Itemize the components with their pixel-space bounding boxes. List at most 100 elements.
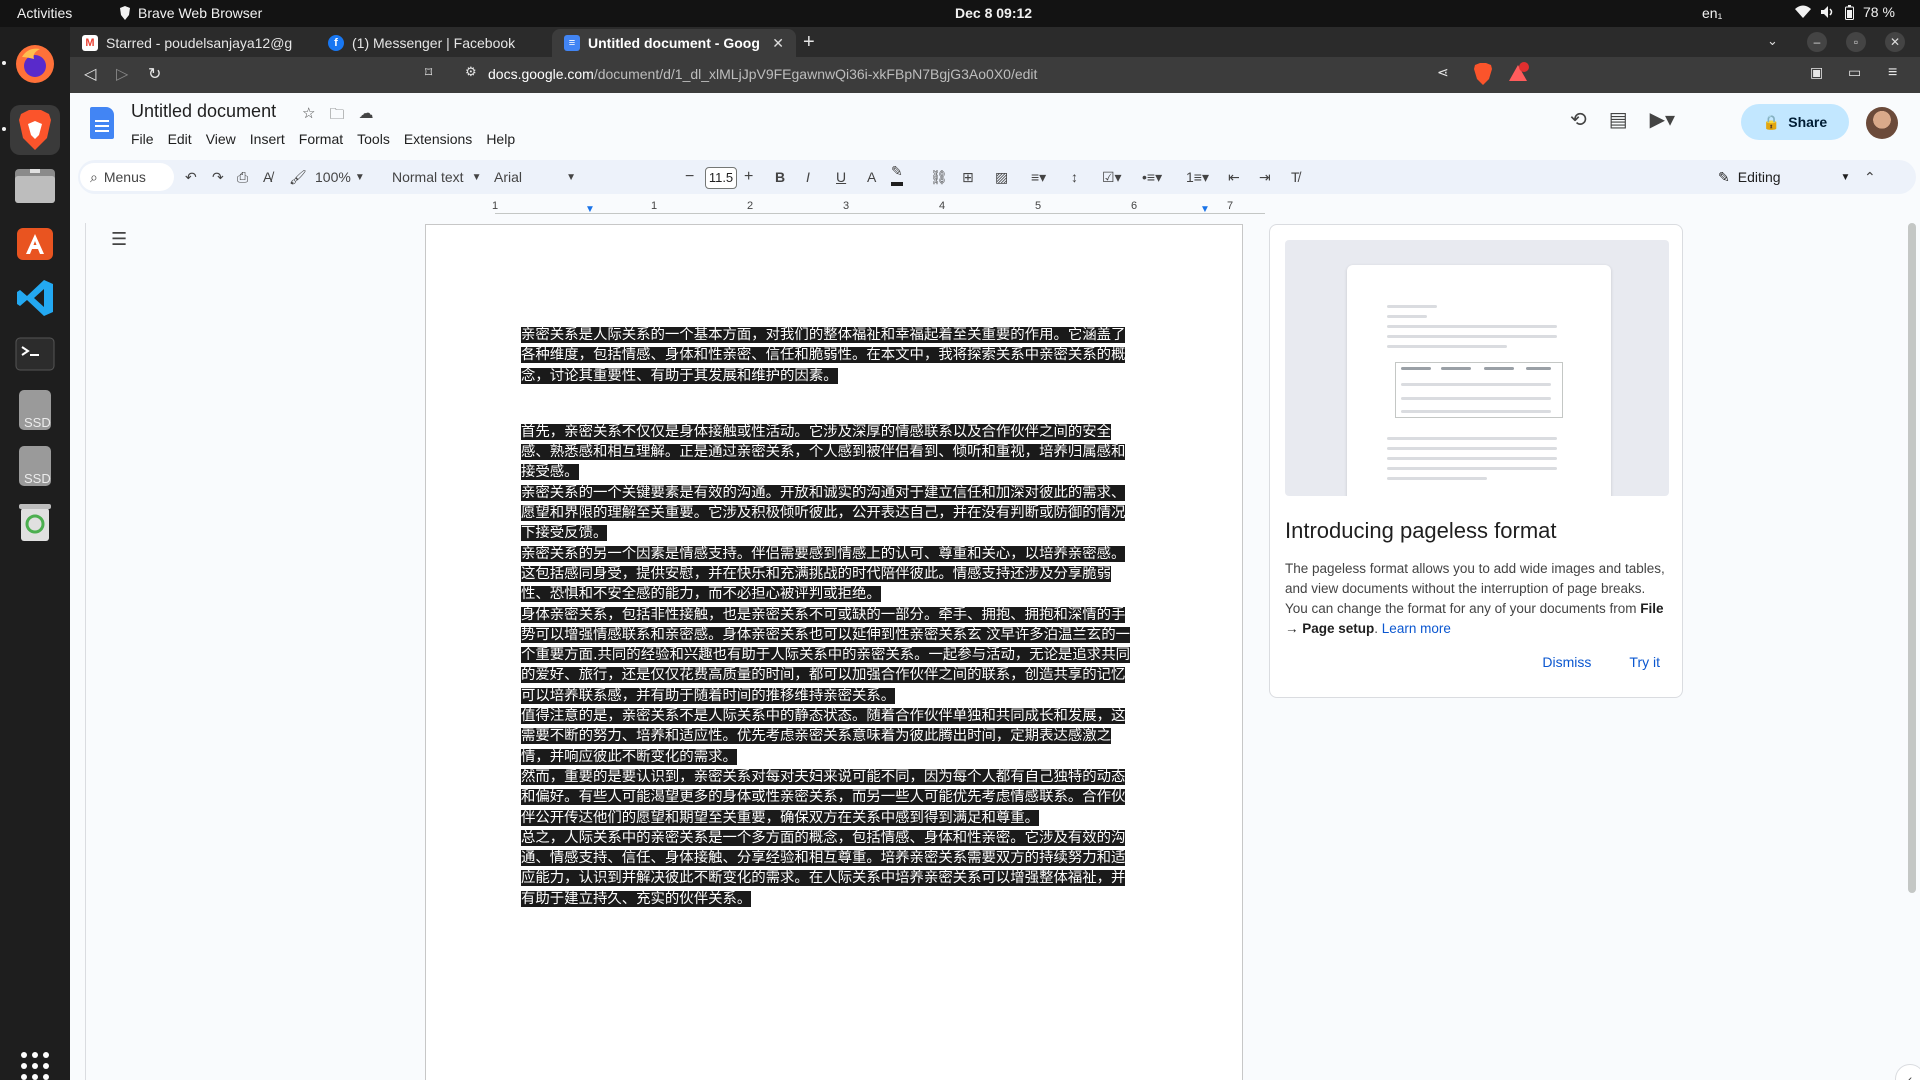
menu-edit[interactable]: Edit — [168, 131, 192, 147]
sidebar-toggle-icon[interactable]: ▣ — [1810, 64, 1823, 81]
maximize-button[interactable]: ▫ — [1846, 32, 1866, 52]
selected-text[interactable]: 身体亲密关系，包括非性接触，也是亲密关系不可或缺的一部分。牵手、拥抱、拥抱和深情… — [521, 606, 1130, 704]
checklist-icon[interactable]: ☑▾ — [1102, 160, 1122, 194]
learn-more-link[interactable]: Learn more — [1382, 621, 1451, 636]
font-size-input[interactable]: 11.5 — [705, 167, 737, 189]
increase-indent-icon[interactable]: ⇥ — [1259, 160, 1271, 194]
menu-help[interactable]: Help — [486, 131, 515, 147]
minimize-button[interactable]: – — [1807, 32, 1827, 52]
selected-text[interactable]: 亲密关系是人际关系的一个基本方面，对我们的整体福祉和幸福起着至关重要的作用。它涵… — [521, 327, 1126, 384]
menus-search-button[interactable]: ⌕ Menus — [80, 163, 174, 191]
line-spacing-icon[interactable]: ↕ — [1071, 160, 1078, 194]
numbered-list-icon[interactable]: 1≡▾ — [1186, 160, 1209, 194]
forward-button[interactable]: ▷ — [116, 64, 128, 84]
font-select[interactable]: Arial ▼ — [494, 160, 576, 194]
cloud-status-icon[interactable]: ☁ — [358, 104, 373, 129]
menu-tools[interactable]: Tools — [357, 131, 390, 147]
clock[interactable]: Dec 8 09:12 — [955, 5, 1032, 21]
dock-files[interactable] — [10, 161, 60, 211]
show-applications-button[interactable] — [10, 1041, 60, 1080]
share-page-icon[interactable]: ⋖ — [1437, 64, 1449, 81]
close-tab-icon[interactable]: ✕ — [772, 35, 784, 52]
move-folder-icon[interactable]: 🗀 — [329, 104, 344, 129]
insert-link-icon[interactable]: ⛓ — [930, 160, 948, 194]
vertical-scrollbar[interactable] — [1908, 223, 1916, 893]
dock-brave[interactable] — [10, 105, 60, 155]
increase-font-size-icon[interactable]: + — [744, 160, 753, 194]
dock-ssd-drive[interactable]: SSD — [10, 441, 60, 491]
decrease-font-size-icon[interactable]: − — [685, 160, 694, 194]
italic-icon[interactable]: I — [806, 160, 810, 194]
side-panel-toggle[interactable]: ‹ — [1895, 1064, 1920, 1080]
close-window-button[interactable]: ✕ — [1885, 32, 1905, 52]
focused-app-menu[interactable]: Brave Web Browser — [118, 5, 262, 21]
menu-format[interactable]: Format — [299, 131, 343, 147]
comments-icon[interactable]: ▤ — [1609, 107, 1628, 132]
selected-text[interactable]: 亲密关系的一个关键要素是有效的沟通。开放和诚实的沟通对于建立信任和加深对彼此的需… — [521, 484, 1126, 542]
zoom-select[interactable]: 100% ▼ — [315, 160, 365, 194]
editing-mode-select[interactable]: ✎ Editing ▼ — [1718, 160, 1850, 194]
tab-gmail[interactable]: M Starred - poudelsanjaya12@g — [70, 29, 310, 57]
clear-formatting-icon[interactable]: T̸ — [1291, 160, 1300, 194]
underline-icon[interactable]: U — [836, 160, 846, 194]
document-outline-icon[interactable]: ☰ — [111, 229, 127, 250]
align-left-icon[interactable]: ≡▾ — [1031, 160, 1046, 194]
style-select[interactable]: Normal text ▼ — [392, 160, 481, 194]
right-indent-marker[interactable]: ▼ — [1200, 204, 1210, 215]
add-comment-icon[interactable]: ⊞ — [962, 160, 974, 194]
avatar[interactable] — [1866, 107, 1898, 139]
dock-terminal[interactable] — [10, 329, 60, 379]
highlight-color-icon[interactable]: ✎ — [891, 160, 903, 186]
reload-button[interactable]: ↻ — [148, 64, 161, 84]
new-tab-button[interactable]: + — [803, 31, 815, 54]
keyboard-language[interactable]: en₁ — [1702, 5, 1722, 21]
brave-rewards-button[interactable] — [1507, 62, 1529, 89]
undo-icon[interactable]: ↶ — [185, 160, 197, 194]
selected-text[interactable]: 值得注意的是，亲密关系不是人际关系中的静态状态。随着合作伙伴单独和共同成长和发展… — [521, 708, 1126, 765]
tab-google-docs[interactable]: ≡ Untitled document - Goog ✕ — [552, 29, 796, 57]
document-title[interactable]: Untitled document — [131, 101, 276, 122]
dismiss-button[interactable]: Dismiss — [1542, 654, 1591, 670]
menu-insert[interactable]: Insert — [250, 131, 285, 147]
paint-format-icon[interactable]: 🖌 — [289, 160, 307, 194]
text-color-icon[interactable]: A — [867, 160, 876, 194]
meet-icon[interactable]: ▶▾ — [1650, 107, 1675, 132]
activities-button[interactable]: Activities — [17, 5, 72, 21]
decrease-indent-icon[interactable]: ⇤ — [1228, 160, 1240, 194]
wallet-icon[interactable]: ▭ — [1848, 64, 1861, 81]
back-button[interactable]: ◁ — [84, 64, 96, 84]
print-icon[interactable]: ⎙ — [237, 160, 248, 194]
selected-text[interactable]: 总之，人际关系中的亲密关系是一个多方面的概念，包括情感、身体和性亲密。它涉及有效… — [521, 829, 1126, 907]
redo-icon[interactable]: ↷ — [212, 160, 224, 194]
menu-file[interactable]: File — [131, 131, 154, 147]
site-info-icon[interactable]: ⚙ — [465, 64, 477, 80]
dock-ssd-drive[interactable]: SSD — [10, 385, 60, 435]
bookmark-icon[interactable]: ⌑ — [425, 64, 432, 81]
docs-logo-icon[interactable] — [90, 107, 114, 139]
document-body[interactable]: 亲密关系是人际关系的一个基本方面，对我们的整体福祉和幸福起着至关重要的作用。它涵… — [521, 325, 1135, 909]
document-page[interactable]: 亲密关系是人际关系的一个基本方面，对我们的整体福祉和幸福起着至关重要的作用。它涵… — [425, 224, 1243, 1080]
star-icon[interactable]: ☆ — [302, 104, 315, 129]
menu-extensions[interactable]: Extensions — [404, 131, 472, 147]
dock-firefox[interactable] — [10, 39, 60, 89]
address-bar[interactable]: docs.google.com/document/d/1_dl_xlMLjJpV… — [488, 66, 1037, 82]
try-it-button[interactable]: Try it — [1629, 654, 1660, 670]
dock-trash[interactable] — [10, 497, 60, 547]
main-menu-icon[interactable]: ≡ — [1888, 64, 1897, 82]
dock-ubuntu-software[interactable] — [10, 217, 60, 267]
bulleted-list-icon[interactable]: •≡▾ — [1142, 160, 1162, 194]
system-menu[interactable]: 78 % — [1795, 4, 1895, 20]
bold-icon[interactable]: B — [775, 160, 785, 194]
selected-text[interactable]: 然而，重要的是要认识到，亲密关系对每对夫妇来说可能不同，因为每个人都有自己独特的… — [521, 768, 1126, 826]
menu-view[interactable]: View — [206, 131, 236, 147]
spellcheck-icon[interactable]: A̸ — [263, 160, 272, 194]
dock-vscode[interactable] — [10, 273, 60, 323]
brave-shields-button[interactable] — [1472, 62, 1494, 91]
insert-image-icon[interactable]: ▨ — [995, 160, 1008, 194]
tab-messenger[interactable]: f (1) Messenger | Facebook — [316, 29, 516, 57]
left-indent-marker[interactable]: ▼ — [585, 204, 595, 215]
selected-text[interactable]: 首先，亲密关系不仅仅是身体接触或性活动。它涉及深厚的情感联系以及合作伙伴之间的安… — [521, 423, 1126, 481]
collapse-menus-icon[interactable]: ⌃ — [1864, 160, 1876, 194]
share-button[interactable]: 🔒 Share — [1741, 104, 1849, 140]
version-history-icon[interactable]: ⟲ — [1570, 107, 1587, 132]
